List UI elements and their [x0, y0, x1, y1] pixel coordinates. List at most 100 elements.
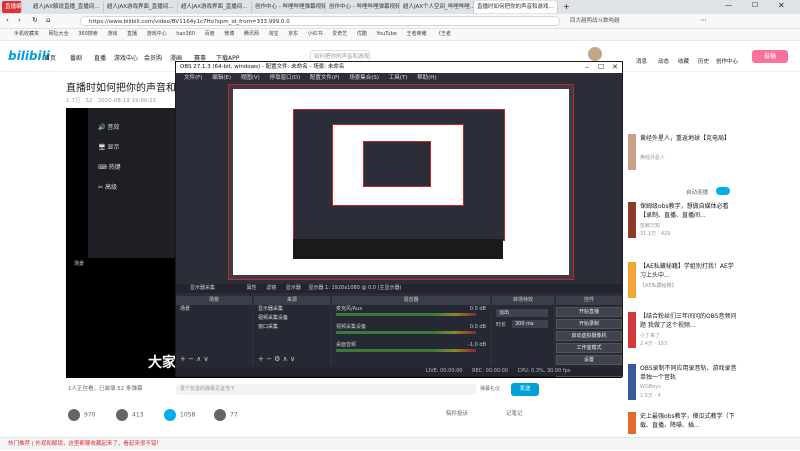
nav-live[interactable]: 直播	[94, 53, 106, 62]
tab-active[interactable]: 直播时如何把你的声音和游戏...	[474, 1, 558, 13]
volume-meter[interactable]	[336, 331, 476, 334]
volume-meter[interactable]	[336, 313, 476, 316]
recommend-item[interactable]: 【结合粉丝们三年间问的OBS音频问题 我做了这个视频... 小丁来了 2.4万 …	[628, 312, 738, 352]
mixer-channel[interactable]: 桌面音频 -1.0 dB	[332, 341, 490, 359]
recommend-uploader[interactable]: 蓝鲸万知	[640, 222, 660, 229]
auto-play-toggle[interactable]	[716, 187, 730, 195]
settings-button[interactable]: 设置	[556, 355, 622, 365]
obs-close-icon[interactable]: ✕	[608, 62, 622, 73]
refresh-icon[interactable]: ↻	[32, 16, 38, 24]
danmaku-send-button[interactable]: 发送	[511, 383, 539, 396]
nav-history[interactable]: 历史	[698, 57, 709, 65]
obs-menu-tools[interactable]: 工具(T)	[389, 75, 408, 81]
bookmark[interactable]: 直播	[127, 31, 137, 37]
recommend-title[interactable]: 史上最强obs教学，傻瓜式教学（下载、直播、降噪、插...	[640, 412, 738, 430]
source-add-icon[interactable]: + − ⚙ ∧ ∨	[258, 355, 295, 363]
display-select[interactable]: 显示器 1: 1920x1080 @ 0,0 (主显示器)	[308, 285, 401, 291]
tab-5[interactable]: 超人JAX个人空间_哔哩哔哩...	[400, 1, 474, 13]
tab-0[interactable]: 超人JAX解说直播_直播间...	[30, 1, 104, 13]
recommend-item[interactable]: OBS录制不同应用录音轨、游戏录音单独一个音轨 WGBoys 1.5万 · 4	[628, 364, 738, 400]
obs-menu-docks[interactable]: 停靠窗口(D)	[270, 75, 301, 81]
browser-search-hint[interactable]: 四大越两战斗数吨越	[570, 16, 640, 26]
scene-add-icon[interactable]: + − ∧ ∨	[180, 355, 209, 363]
nav-game[interactable]: 游戏中心	[114, 53, 138, 62]
favorite-button[interactable]: 1058	[164, 409, 195, 421]
close-icon[interactable]: ✕	[778, 1, 785, 10]
danmaku-etiquette-link[interactable]: 弹幕礼仪	[480, 384, 500, 395]
recommend-uploader[interactable]: WGBoys	[640, 384, 661, 390]
recommend-title[interactable]: 黄经外星人，重返地球【克电局】	[640, 134, 738, 143]
bookmark[interactable]: 王者荣耀	[406, 31, 426, 37]
obs-menu-file[interactable]: 文件(F)	[184, 75, 202, 81]
nav-dynamic[interactable]: 动态	[658, 57, 669, 65]
bookmark[interactable]: 淘宝	[268, 31, 278, 37]
maximize-icon[interactable]: ☐	[752, 1, 758, 9]
obs-menu-scene-collection[interactable]: 场景集合(S)	[349, 75, 379, 81]
bookmark[interactable]: YouTube	[377, 31, 397, 37]
bookmark[interactable]: 游戏	[107, 31, 117, 37]
bookmark[interactable]: 小红书	[308, 31, 323, 37]
obs-menu-help[interactable]: 帮助(H)	[417, 75, 436, 81]
volume-meter[interactable]	[336, 349, 476, 352]
source-item[interactable]: 显示器采集	[254, 305, 330, 314]
tab-3[interactable]: 创作中心 - 哔哩哔哩弹幕视频网	[252, 1, 326, 13]
bookmark[interactable]: 360搜索	[78, 31, 98, 37]
recommend-uploader[interactable]: 小丁来了	[640, 332, 660, 339]
bookmark[interactable]: 优酷	[357, 31, 367, 37]
obs-minimize-icon[interactable]: –	[580, 62, 594, 73]
recommend-uploader[interactable]: 黄经外星人	[640, 154, 665, 161]
recommend-title[interactable]: 保姆级obs教学，想做自媒体必看【录制、直播、直播间...	[640, 202, 738, 220]
bookmark[interactable]: 手机收藏夹	[14, 31, 39, 37]
forward-icon[interactable]: ›	[18, 16, 21, 24]
recommend-item[interactable]: 【AE私藏秘籍】学姐别打我！AE学习上头中... 【AE私藏秘籍】	[628, 262, 738, 298]
danmaku-input[interactable]: 发个友善的弹幕见证当下	[176, 384, 476, 395]
properties-button[interactable]: 属性	[247, 285, 257, 291]
obs-window[interactable]: OBS 27.1.3 (64-bit, windows) - 配置文件: 未命名…	[175, 61, 623, 377]
bookmark[interactable]: 网址大全	[49, 31, 69, 37]
bookmark[interactable]: 游戏中心	[147, 31, 167, 37]
nav-creator-center[interactable]: 创作中心	[716, 57, 738, 65]
bookmark[interactable]: 微博	[224, 31, 234, 37]
tab-2[interactable]: 超人JAX游戏界面_直播间...	[178, 1, 252, 13]
coin-button[interactable]: 413	[116, 409, 143, 421]
bookmark[interactable]: hao360	[176, 31, 195, 37]
obs-menu-view[interactable]: 视图(V)	[241, 75, 260, 81]
duration-input[interactable]: 300 ms	[512, 320, 548, 328]
like-button[interactable]: 970	[68, 409, 95, 421]
obs-menu-profile[interactable]: 配置文件(P)	[310, 75, 340, 81]
share-button[interactable]: 77	[214, 409, 238, 421]
report-link[interactable]: 稿件投诉	[446, 409, 468, 417]
source-item[interactable]: 窗口采集	[254, 323, 330, 332]
back-icon[interactable]: ‹	[6, 16, 9, 24]
new-tab-icon[interactable]: +	[563, 2, 570, 12]
nav-vip[interactable]: 会员购	[144, 53, 162, 62]
bookmark[interactable]: 百度	[205, 31, 215, 37]
notification-bar[interactable]: 热门推荐 | 外观和解锁，这里都要收藏起来了，看起来很不错！	[0, 437, 800, 450]
nav-anime[interactable]: 番剧	[70, 53, 82, 62]
extension-icon[interactable]: ⋯	[700, 16, 707, 24]
mixer-channel[interactable]: 视频采集设备 0.0 dB	[332, 323, 490, 341]
recommend-title[interactable]: 【结合粉丝们三年间问的OBS音频问题 我做了这个视频...	[640, 312, 738, 330]
bookmark[interactable]: 爱奇艺	[332, 31, 347, 37]
nav-home[interactable]: 首页	[44, 53, 56, 62]
obs-preview[interactable]	[228, 84, 574, 280]
nav-favorites[interactable]: 收藏	[678, 57, 689, 65]
source-item[interactable]: 视频采集设备	[254, 314, 330, 323]
recommend-title[interactable]: OBS录制不同应用录音轨、游戏录音单独一个音轨	[640, 364, 738, 382]
recommend-uploader[interactable]: 【AE私藏秘籍】	[640, 282, 677, 289]
start-recording-button[interactable]: 开始录制	[556, 319, 622, 329]
minimize-icon[interactable]: —	[725, 1, 732, 9]
url-input[interactable]: https://www.bilibili.com/video/BV1164y1c…	[80, 16, 560, 26]
home-icon[interactable]: ⌂	[46, 16, 50, 24]
virtual-camera-button[interactable]: 启动虚拟摄像机	[556, 331, 622, 341]
recommend-item[interactable]: 保姆级obs教学，想做自媒体必看【录制、直播、直播间... 蓝鲸万知 31.1万…	[628, 202, 738, 242]
tab-1[interactable]: 超人JAX游戏界面_直播间...	[104, 1, 178, 13]
transition-select[interactable]: 淡出	[496, 309, 548, 317]
scene-item[interactable]: 场景	[176, 305, 252, 314]
tab-4[interactable]: 创作中心 - 哔哩哔哩弹幕视频网	[326, 1, 400, 13]
note-link[interactable]: 记笔记	[506, 409, 523, 417]
obs-maximize-icon[interactable]: ☐	[594, 62, 608, 73]
upload-button[interactable]: 投稿	[752, 50, 788, 63]
recommend-item[interactable]: 史上最强obs教学，傻瓜式教学（下载、直播、降噪、插...	[628, 412, 738, 434]
mixer-channel[interactable]: 麦克风/Aux 0.0 dB	[332, 305, 490, 323]
